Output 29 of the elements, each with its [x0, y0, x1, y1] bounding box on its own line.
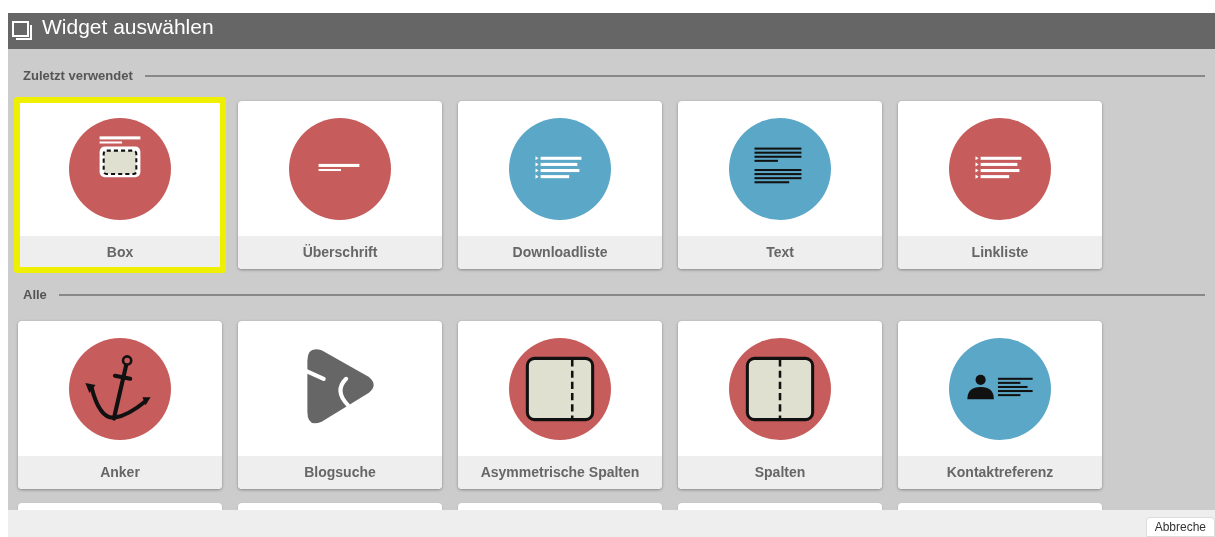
widget-card[interactable]: Kontaktreferenz [898, 321, 1102, 489]
cancel-button[interactable]: Abbreche [1145, 517, 1215, 537]
widget-card[interactable] [18, 503, 222, 510]
widget-label: Spalten [678, 456, 882, 489]
widget-label: Downloadliste [458, 236, 662, 269]
widget-label: Anker [18, 456, 222, 489]
dialog-title: Widget auswählen [42, 14, 214, 41]
widget-label: Überschrift [238, 236, 442, 269]
widget-card[interactable]: Text [678, 101, 882, 269]
widget-card[interactable]: Blogsuche [238, 321, 442, 489]
widget-card[interactable]: Asymmetrische Spalten [458, 321, 662, 489]
widget-label: Blogsuche [238, 456, 442, 489]
widget-label: Box [18, 236, 222, 269]
section-heading: Alle [22, 286, 47, 305]
stacked-windows-icon [12, 21, 34, 41]
widget-card[interactable]: Anker [18, 321, 222, 489]
widget-card[interactable]: Spalten [678, 321, 882, 489]
widget-card[interactable] [678, 503, 882, 510]
widget-card[interactable] [898, 503, 1102, 510]
widget-card[interactable] [458, 503, 662, 510]
widget-card[interactable]: Überschrift [238, 101, 442, 269]
widget-card[interactable]: Linkliste [898, 101, 1102, 269]
widget-label: Linkliste [898, 236, 1102, 269]
widget-card[interactable] [238, 503, 442, 510]
section-heading: Zuletzt verwendet [22, 67, 133, 86]
widget-card[interactable]: Downloadliste [458, 101, 662, 269]
widget-label: Asymmetrische Spalten [458, 456, 662, 489]
widget-label: Text [678, 236, 882, 269]
widget-label: Kontaktreferenz [898, 456, 1102, 489]
